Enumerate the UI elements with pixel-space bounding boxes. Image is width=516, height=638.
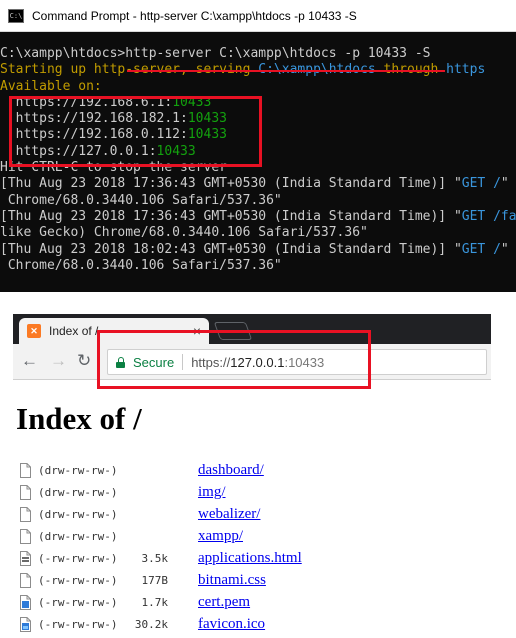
file-link[interactable]: xampp/ [198, 528, 243, 545]
console-text: GET / [461, 241, 501, 257]
console-text: GET / [461, 176, 501, 192]
folder-icon [20, 507, 31, 522]
console-text: [Thu Aug 23 2018 17:36:43 GMT+0530 (Indi… [0, 176, 462, 192]
permissions-text: (drw-rw-rw-) [38, 486, 118, 499]
listing-row: (drw-rw-rw-) img/ [18, 483, 498, 505]
url-highlight-box [97, 330, 371, 389]
file-size: 30.2k [134, 618, 168, 631]
permissions-text: (-rw-rw-rw-) [38, 618, 118, 631]
addresses-highlight-box [9, 96, 262, 167]
file-link[interactable]: cert.pem [198, 594, 250, 611]
permissions-text: (-rw-rw-rw-) [38, 596, 118, 609]
console-line: [Thu Aug 23 2018 17:36:43 GMT+0530 (Indi… [0, 176, 516, 192]
folder-icon [20, 485, 31, 500]
file-link[interactable]: bitnami.css [198, 572, 266, 589]
file-link[interactable]: webalizer/ [198, 506, 260, 523]
console-line: like Gecko) Chrome/68.0.3440.106 Safari/… [0, 225, 516, 241]
file-link[interactable]: dashboard/ [198, 462, 264, 479]
console-line: Chrome/68.0.3440.106 Safari/537.36" [0, 258, 516, 274]
cert-file-icon [20, 595, 31, 610]
forward-arrow-icon[interactable]: → [50, 351, 67, 371]
console-text: https [446, 62, 486, 78]
folder-icon [20, 529, 31, 544]
console-text: " "Mozilla/5.0 [500, 176, 509, 192]
back-arrow-icon[interactable]: ← [21, 351, 38, 371]
file-link[interactable]: applications.html [198, 550, 302, 567]
console-window-title: Command Prompt - http-server C:\xampp\ht… [32, 8, 357, 23]
console-text: Available on: [0, 78, 102, 94]
listing-row: (-rw-rw-rw-) 3.5k applications.html [18, 549, 498, 571]
html-file-icon [20, 551, 31, 566]
image-file-icon [20, 617, 31, 632]
console-text: Chrome/68.0.3440.106 Safari/537.36" [0, 257, 282, 273]
listing-row: (-rw-rw-rw-) 30.2k favicon.ico [18, 615, 498, 637]
console-line: Available on: [0, 79, 516, 95]
console-text: GET /favicon.ico [461, 208, 516, 224]
console-line: C:\xampp\htdocs>http-server C:\xampp\htd… [0, 46, 516, 62]
file-size: 3.5k [141, 552, 169, 565]
console-text: Chrome/68.0.3440.106 Safari/537.36" [0, 192, 282, 208]
console-text: like Gecko) Chrome/68.0.3440.106 Safari/… [0, 225, 368, 241]
console-text: " "Mozilla/5.0 [500, 241, 509, 257]
permissions-text: (-rw-rw-rw-) [38, 552, 118, 565]
file-icon [20, 573, 31, 588]
console-line: [Thu Aug 23 2018 18:02:43 GMT+0530 (Indi… [0, 242, 516, 258]
permissions-text: (-rw-rw-rw-) [38, 574, 118, 587]
listing-row: (drw-rw-rw-) webalizer/ [18, 505, 498, 527]
page-title: Index of / [16, 401, 142, 436]
console-line: Chrome/68.0.3440.106 Safari/537.36" [0, 193, 516, 209]
xampp-favicon-icon: ✕ [27, 324, 41, 338]
listing-row: (-rw-rw-rw-) 177B bitnami.css [18, 571, 498, 593]
console-text: [Thu Aug 23 2018 18:02:43 GMT+0530 (Indi… [0, 241, 462, 257]
permissions-text: (drw-rw-rw-) [38, 464, 118, 477]
console-text: [Thu Aug 23 2018 17:36:43 GMT+0530 (Indi… [0, 208, 462, 224]
permissions-text: (drw-rw-rw-) [38, 508, 118, 521]
listing-row: (-rw-rw-rw-) 1.7k cert.pem [18, 593, 498, 615]
file-size: 1.7k [141, 596, 169, 609]
console-text: C:\xampp\htdocs>http-server C:\xampp\htd… [0, 46, 431, 61]
command-highlight-underline [127, 70, 445, 72]
folder-icon [20, 463, 31, 478]
listing-row: (drw-rw-rw-) dashboard/ [18, 461, 498, 483]
directory-listing: (drw-rw-rw-) dashboard/(drw-rw-rw-) img/(d… [18, 461, 498, 637]
file-size: 177B [141, 574, 169, 587]
permissions-text: (drw-rw-rw-) [38, 530, 118, 543]
console-line: [Thu Aug 23 2018 17:36:43 GMT+0530 (Indi… [0, 209, 516, 225]
listing-row: (drw-rw-rw-) xampp/ [18, 527, 498, 549]
console-titlebar: C:\ Command Prompt - http-server C:\xamp… [0, 0, 516, 32]
reload-icon[interactable]: ↻ [77, 351, 91, 371]
file-link[interactable]: img/ [198, 484, 226, 501]
file-link[interactable]: favicon.ico [198, 616, 265, 633]
console-app-icon: C:\ [8, 8, 24, 23]
